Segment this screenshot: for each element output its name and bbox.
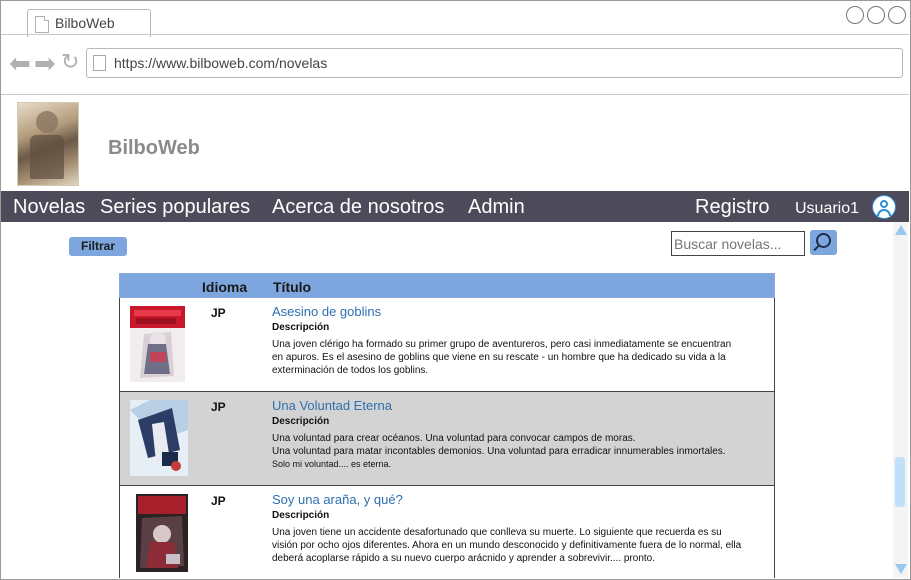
address-bar[interactable]: https://www.bilboweb.com/novelas [86, 48, 903, 78]
language-code: JP [211, 306, 226, 320]
user-avatar-icon[interactable] [872, 195, 896, 219]
language-code: JP [211, 494, 226, 508]
novel-description: Una joven tiene un accidente desafortuna… [272, 526, 742, 565]
table-row[interactable]: JP Una Voluntad Eterna Descripción Una v… [119, 392, 775, 486]
tab-divider [1, 34, 909, 35]
novel-title-link[interactable]: Asesino de goblins [272, 304, 381, 319]
back-arrow-icon[interactable]: ⬅ [9, 51, 31, 77]
search-input[interactable] [671, 231, 805, 256]
description-label: Descripción [272, 510, 330, 521]
description-text: Una voluntad para matar incontables demo… [272, 446, 726, 457]
description-label: Descripción [272, 416, 330, 427]
table-header: Idioma Título [119, 273, 775, 298]
language-code: JP [211, 400, 226, 414]
nav-novelas[interactable]: Novelas [13, 196, 85, 219]
description-text: Solo mi voluntad.... es eterna. [272, 459, 392, 469]
scroll-up-arrow-icon[interactable] [895, 225, 907, 235]
close-button[interactable] [888, 6, 906, 24]
novel-title-link[interactable]: Soy una araña, y qué? [272, 492, 403, 507]
description-text: Una joven clérigo ha formado su primer g… [272, 339, 732, 376]
site-header: BilboWeb [1, 95, 909, 191]
nav-registro[interactable]: Registro [695, 196, 769, 219]
scrollbar-thumb[interactable] [895, 457, 905, 507]
url-text: https://www.bilboweb.com/novelas [114, 55, 328, 71]
page-icon [35, 16, 49, 33]
site-brand[interactable]: BilboWeb [108, 137, 200, 160]
page-content: Filtrar Idioma Título JP Asesino de gobl… [1, 222, 893, 578]
nav-acerca-de-nosotros[interactable]: Acerca de nosotros [272, 196, 444, 219]
book-cover-soy-una-arana[interactable] [136, 494, 188, 572]
column-header-idioma: Idioma [202, 279, 248, 295]
page-icon [93, 55, 106, 71]
tab-title: BilboWeb [55, 15, 115, 31]
browser-tab[interactable]: BilboWeb [27, 9, 151, 37]
search-button[interactable] [810, 230, 837, 255]
novel-title-link[interactable]: Una Voluntad Eterna [272, 398, 392, 413]
nav-username[interactable]: Usuario1 [795, 200, 859, 218]
forward-arrow-icon[interactable]: ➡ [34, 51, 56, 77]
maximize-button[interactable] [867, 6, 885, 24]
book-cover-goblin-slayer[interactable] [130, 306, 185, 382]
description-label: Descripción [272, 322, 330, 333]
site-logo[interactable] [17, 102, 79, 186]
novel-description: Una joven clérigo ha formado su primer g… [272, 338, 742, 377]
reload-icon[interactable]: ↻ [61, 50, 79, 75]
nav-admin[interactable]: Admin [468, 196, 525, 219]
vertical-scrollbar[interactable] [893, 222, 908, 578]
table-row[interactable]: JP Soy una araña, y qué? Descripción Una… [119, 486, 775, 578]
minimize-button[interactable] [846, 6, 864, 24]
nav-series-populares[interactable]: Series populares [100, 196, 250, 219]
browser-chrome: BilboWeb ⬅ ➡ ↻ https://www.bilboweb.com/… [1, 1, 909, 95]
column-header-titulo: Título [273, 279, 312, 295]
main-navbar: Novelas Series populares Acerca de nosot… [1, 191, 909, 222]
scroll-down-arrow-icon[interactable] [895, 564, 907, 574]
book-cover-una-voluntad-eterna[interactable] [130, 400, 188, 476]
filter-button[interactable]: Filtrar [69, 237, 127, 256]
novel-description: Una voluntad para crear océanos. Una vol… [272, 432, 732, 471]
description-text: Una joven tiene un accidente desafortuna… [272, 527, 742, 564]
description-text: Una voluntad para crear océanos. Una vol… [272, 433, 636, 444]
table-row[interactable]: JP Asesino de goblins Descripción Una jo… [119, 298, 775, 392]
